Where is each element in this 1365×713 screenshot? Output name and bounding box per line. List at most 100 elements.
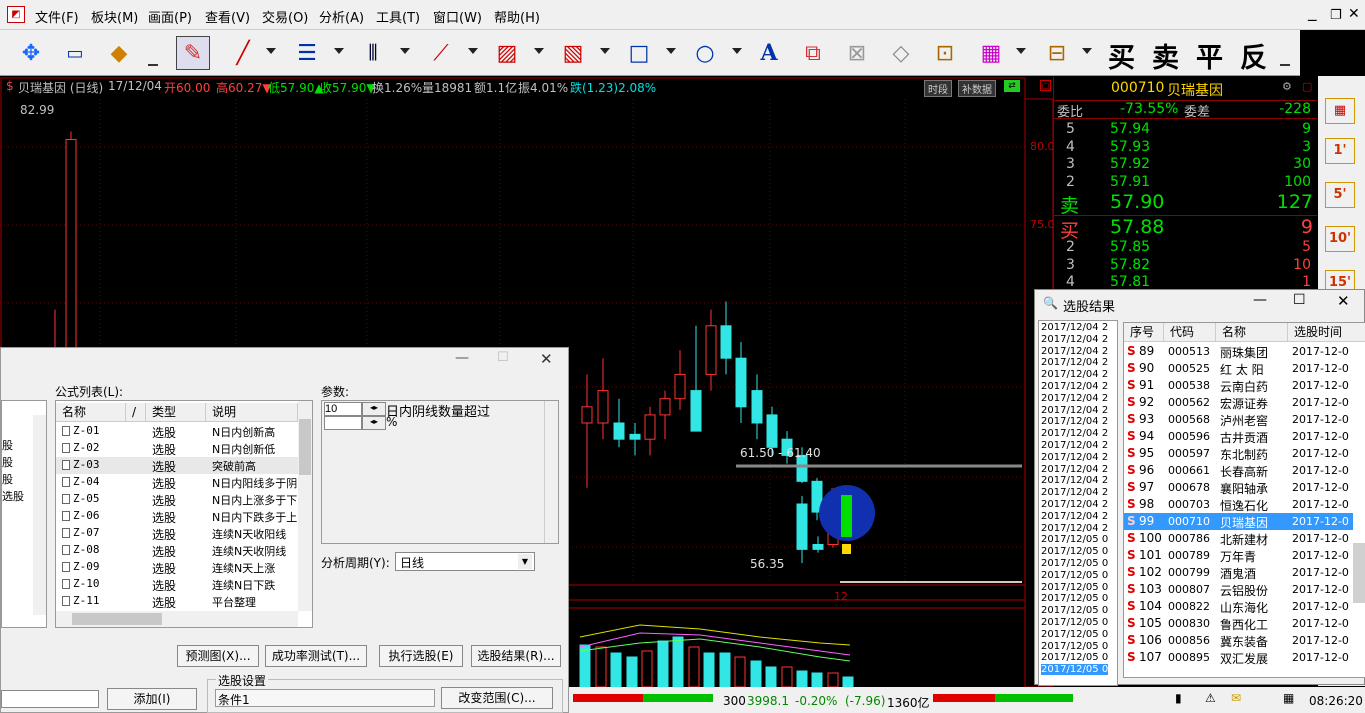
result-date-item[interactable]: 2017/12/04 2 [1041,381,1108,392]
result-date-item[interactable]: 2017/12/05 0 [1041,534,1108,545]
result-date-item[interactable]: 2017/12/04 2 [1041,357,1108,368]
result-date-item[interactable]: 2017/12/05 0 [1041,593,1108,604]
result-row[interactable]: S 96 000661 长春高新 2017-12-0 [1124,462,1353,479]
result-date-list[interactable]: 2017/12/04 2 2017/12/04 2 2017/12/04 2 2017… [1038,320,1118,686]
menu-trade[interactable]: 交易(O) [262,7,308,26]
col-header-type[interactable]: 类型 [146,403,206,422]
col-header-stock-name[interactable]: 名称 [1216,323,1288,342]
menu-tools[interactable]: 工具(T) [376,7,420,26]
success-rate-test-button[interactable]: 成功率测试(T)... [265,645,367,667]
result-date-item[interactable]: 2017/12/04 2 [1041,464,1108,475]
vertical-lines-dropdown[interactable] [400,48,410,54]
reverse-button[interactable]: 反 [1240,36,1267,75]
circle-dropdown[interactable] [732,48,742,54]
result-row[interactable]: S 102 000799 酒鬼酒 2017-12-0 [1124,564,1353,581]
result-row[interactable]: S 98 000703 恒逸石化 2017-12-0 [1124,496,1353,513]
result-date-item[interactable]: 2017/12/04 2 [1041,499,1108,510]
result-row[interactable]: S 100 000786 北新建材 2017-12-0 [1124,530,1353,547]
result-date-item[interactable]: 2017/12/05 0 [1041,617,1108,628]
period-button[interactable]: 时段 [924,80,952,97]
menu-file[interactable]: 文件(F) [35,7,79,26]
rectangle-icon[interactable]: □ [622,36,656,70]
close-button[interactable]: ✕ [1348,6,1360,22]
fan-lines-icon[interactable]: ⟋ [424,36,458,70]
result-close-button[interactable]: ✕ [1337,292,1350,310]
dialog-minimize-button[interactable]: — [455,350,469,366]
result-date-item[interactable]: 2017/12/05 0 [1041,546,1108,557]
formula-row[interactable]: Z-02 选股 N日内创新低 [56,440,298,457]
result-date-item[interactable]: 2017/12/04 2 [1041,405,1108,416]
category-item[interactable]: 股 [2,471,13,487]
formula-hscroll-thumb[interactable] [72,613,162,625]
result-row[interactable]: S 92 000562 宏源证券 2017-12-0 [1124,394,1353,411]
menu-window[interactable]: 窗口(W) [433,7,482,26]
formula-vscroll[interactable] [298,401,312,611]
result-row[interactable]: S 91 000538 云南白药 2017-12-0 [1124,377,1353,394]
properties-icon[interactable]: ⊟ [1040,36,1074,70]
formula-row[interactable]: Z-09 选股 连续N天上涨 [56,559,298,576]
preview-button[interactable]: 预测图(X)... [177,645,259,667]
buy-button[interactable]: 买 [1108,36,1135,75]
period-1min-button[interactable]: 1' [1325,138,1355,164]
category-item[interactable]: 选股 [2,488,24,504]
signal-icon[interactable]: ▮ [1175,691,1182,705]
line-tool-dropdown[interactable] [266,48,276,54]
formula-hscroll[interactable] [56,611,298,627]
result-maximize-button[interactable]: ☐ [1293,292,1306,308]
minimize-button[interactable]: _ [1308,2,1317,22]
result-date-item[interactable]: 2017/12/04 2 [1041,475,1108,486]
ask-row[interactable]: 5 57.94 9 [1054,121,1317,140]
category-item[interactable]: 股 [2,437,13,453]
result-date-item[interactable]: 2017/12/05 0 [1041,570,1108,581]
ask-row[interactable]: 3 57.92 30 [1054,156,1317,175]
chevron-down-icon[interactable]: ▼ [518,554,532,569]
vertical-lines-icon[interactable]: ⦀ [356,36,390,70]
result-row[interactable]: S 101 000789 万年青 2017-12-0 [1124,547,1353,564]
chart-type-icon[interactable]: ▦ [1325,98,1355,124]
toolbar-overflow-right[interactable] [1280,56,1290,66]
rectangle-dropdown[interactable] [666,48,676,54]
col-header-time[interactable]: 选股时间 [1288,323,1365,342]
ask1-row[interactable]: 卖 57.90 127 [1054,191,1317,217]
menu-view-screen[interactable]: 画面(P) [148,7,192,26]
result-date-item[interactable]: 2017/12/05 0 [1041,664,1109,676]
result-date-item[interactable]: 2017/12/04 2 [1041,452,1108,463]
restore-button[interactable]: ❐ [1330,8,1342,23]
ask-row[interactable]: 2 57.91 100 [1054,174,1317,193]
formula-row[interactable]: Z-10 选股 连续N日下跌 [56,576,298,593]
params-scrollbar[interactable] [544,401,558,543]
param2-spinner[interactable]: ◂▸ [362,416,386,430]
calculator-icon[interactable]: ▦ [1283,691,1294,705]
result-date-item[interactable]: 2017/12/04 2 [1041,334,1108,345]
result-date-item[interactable]: 2017/12/04 2 [1041,523,1108,534]
text-tool-icon[interactable]: A [752,36,786,70]
move-icon[interactable]: ✥ [14,36,48,70]
result-date-item[interactable]: 2017/12/05 0 [1041,558,1108,569]
execute-selection-button[interactable]: 执行选股(E) [379,645,463,667]
col-header-desc[interactable]: 说明 [206,403,298,422]
formula-row[interactable]: Z-04 选股 N日内阳线多于阴 [56,474,298,491]
result-row[interactable]: S 89 000513 丽珠集团 2017-12-0 [1124,343,1353,360]
category-tree[interactable]: 股股股选股 [1,400,47,628]
parallel-dropdown[interactable] [600,48,610,54]
param2-input[interactable] [324,416,362,430]
col-header-name[interactable]: 名称 [56,403,126,422]
result-row[interactable]: S 103 000807 云铝股份 2017-12-0 [1124,581,1353,598]
add-condition-button[interactable]: 添加(I) [107,688,197,710]
formula-row[interactable]: Z-05 选股 N日内上涨多于下 [56,491,298,508]
result-row[interactable]: S 107 000895 双汇发展 2017-12-0 [1124,649,1353,666]
result-minimize-button[interactable]: — [1253,292,1267,308]
col-header-slash[interactable]: / [126,403,146,422]
result-date-item[interactable]: 2017/12/05 0 [1041,641,1108,652]
result-date-item[interactable]: 2017/12/05 0 [1041,605,1108,616]
col-header-seq[interactable]: 序号 [1124,323,1164,342]
result-date-item[interactable]: 2017/12/05 0 [1041,629,1108,640]
change-range-button[interactable]: 改变范围(C)... [441,687,553,709]
category-scrollbar[interactable] [33,415,46,615]
conditions-input[interactable] [1,690,99,708]
result-row[interactable]: S 93 000568 泸州老窖 2017-12-0 [1124,411,1353,428]
warning-icon[interactable]: ◆ [102,36,136,70]
result-row[interactable]: S 94 000596 古井贡酒 2017-12-0 [1124,428,1353,445]
period-select[interactable]: 日线 ▼ [395,552,535,571]
param1-input[interactable] [324,402,362,416]
